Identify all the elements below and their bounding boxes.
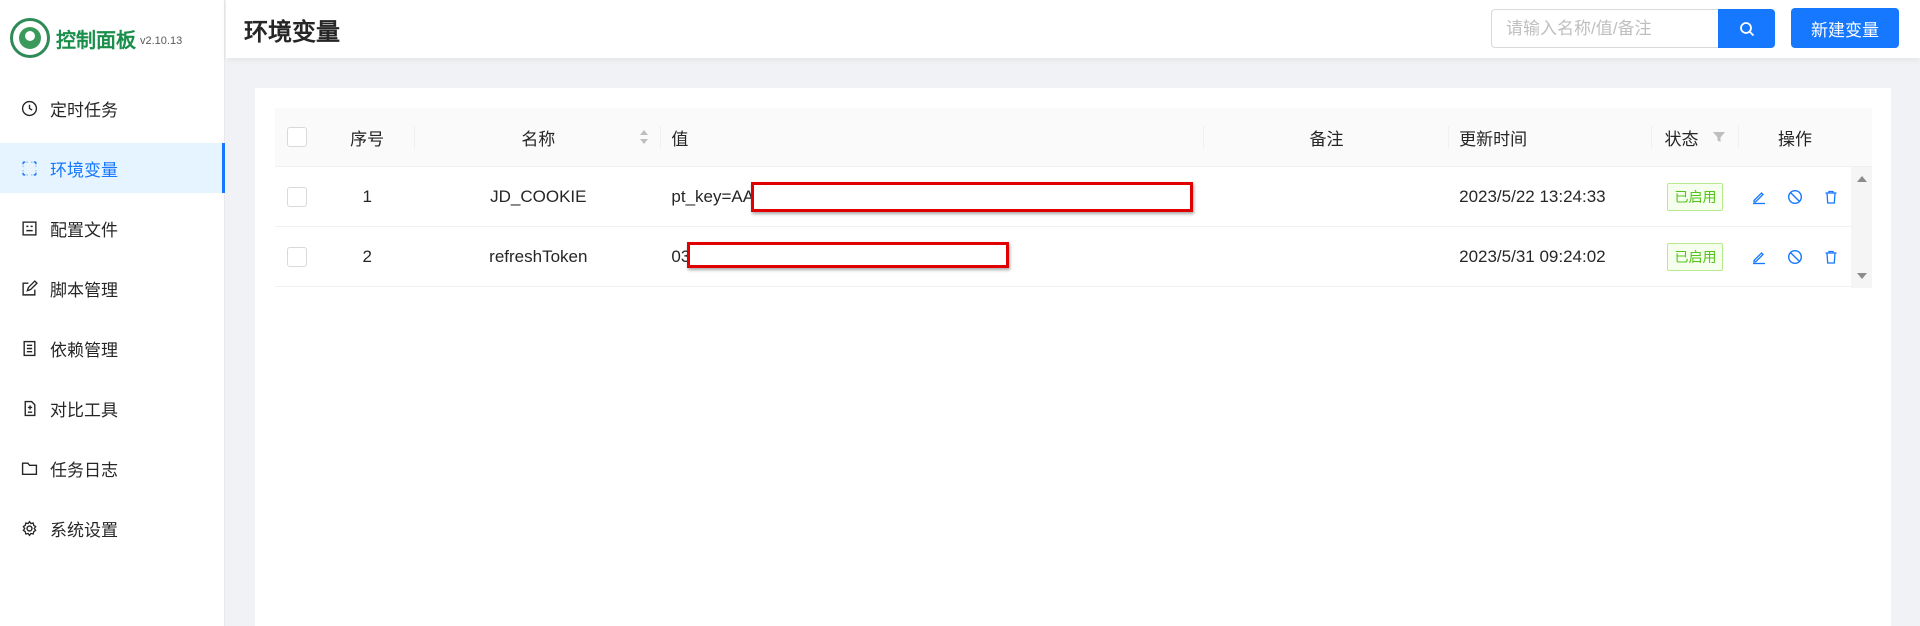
status-badge: 已启用 (1667, 242, 1724, 271)
new-variable-button[interactable]: 新建变量 (1791, 8, 1899, 48)
gear-icon (20, 519, 38, 537)
scroll-down-arrow-icon[interactable] (1857, 273, 1867, 279)
row-checkbox[interactable] (287, 186, 308, 207)
search-input[interactable] (1491, 9, 1719, 48)
sidebar-item-scripts[interactable]: 脚本管理 (0, 263, 225, 313)
column-label: 操作 (1778, 129, 1812, 149)
updated-time: 2023/5/22 13:24:33 (1459, 186, 1606, 206)
logo-icon (10, 18, 50, 58)
table-row: 2 refreshToken 03 2023/5/31 09:24:02 已启用 (275, 227, 1872, 287)
app-version: v2.10.13 (140, 35, 183, 47)
column-label: 备注 (1309, 129, 1344, 149)
sidebar-item-env[interactable]: 环境变量 (0, 143, 225, 193)
table-scrollbar[interactable] (1851, 167, 1872, 288)
app-logo[interactable]: 控制面板 v2.10.13 (10, 18, 182, 58)
sidebar-item-diff[interactable]: 对比工具 (0, 383, 225, 433)
updated-cell: 2023/5/22 13:24:33 (1449, 167, 1652, 226)
search-icon (1739, 21, 1754, 36)
variable-value: pt_key=AA (671, 186, 755, 206)
dependency-icon (20, 339, 38, 357)
row-select-cell (275, 227, 319, 286)
delete-icon[interactable] (1821, 247, 1841, 267)
column-label: 值 (671, 129, 689, 149)
column-label: 序号 (350, 129, 385, 149)
updated-cell: 2023/5/31 09:24:02 (1449, 227, 1652, 286)
sidebar-item-label: 定时任务 (50, 100, 118, 120)
clock-icon (20, 99, 38, 117)
row-index: 1 (362, 186, 372, 206)
column-header-index: 序号 (319, 108, 416, 166)
folder-icon (20, 459, 38, 477)
page-title: 环境变量 (244, 19, 340, 46)
sidebar-item-label: 任务日志 (50, 460, 118, 480)
variable-icon (20, 159, 38, 177)
index-cell: 1 (319, 167, 415, 226)
actions-cell (1739, 227, 1852, 286)
column-label: 名称 (521, 129, 556, 149)
column-header-note: 备注 (1204, 108, 1450, 166)
sidebar-item-config[interactable]: 配置文件 (0, 203, 225, 253)
edit-icon[interactable] (1749, 247, 1769, 267)
row-checkbox[interactable] (287, 246, 308, 267)
sidebar-item-label: 系统设置 (50, 520, 118, 540)
row-select-cell (275, 167, 319, 226)
status-cell: 已启用 (1652, 227, 1738, 286)
diff-icon (20, 399, 38, 417)
sort-icon[interactable] (639, 128, 649, 146)
header-scroll-spacer (1851, 108, 1872, 166)
table-header: 序号 名称 值 备注 更新时间 状态 操作 (275, 108, 1872, 167)
variable-name: JD_COOKIE (490, 186, 587, 206)
column-header-updated: 更新时间 (1449, 108, 1653, 166)
table-row: 1 JD_COOKIE pt_key=AA 2023/5/22 13:24:33… (275, 167, 1872, 227)
sidebar-item-logs[interactable]: 任务日志 (0, 443, 225, 493)
sidebar-item-label: 依赖管理 (50, 340, 118, 360)
value-cell: 03 (661, 227, 1204, 286)
name-cell: refreshToken (415, 227, 661, 286)
index-cell: 2 (319, 227, 415, 286)
select-all-cell (275, 108, 319, 166)
redaction-box (687, 242, 1010, 268)
page-header: 环境变量 新建变量 (226, 0, 1920, 58)
column-header-name[interactable]: 名称 (415, 108, 662, 166)
select-all-checkbox[interactable] (287, 127, 308, 147)
column-header-value: 值 (661, 108, 1204, 166)
note-cell (1204, 167, 1449, 226)
actions-cell (1739, 167, 1852, 226)
column-header-actions: 操作 (1739, 108, 1852, 166)
variable-name: refreshToken (489, 246, 588, 266)
sidebar-item-label: 配置文件 (50, 220, 118, 240)
disable-icon[interactable] (1785, 247, 1805, 267)
sidebar-item-label: 脚本管理 (50, 280, 118, 300)
edit-icon[interactable] (1749, 187, 1769, 207)
sidebar-item-label: 对比工具 (50, 400, 118, 420)
config-icon (20, 219, 38, 237)
app-title: 控制面板 (56, 29, 136, 52)
env-table: 序号 名称 值 备注 更新时间 状态 操作 1 JD_COOKIE pt_key… (275, 108, 1872, 288)
row-index: 2 (362, 246, 372, 266)
disable-icon[interactable] (1785, 187, 1805, 207)
delete-icon[interactable] (1821, 187, 1841, 207)
search-button[interactable] (1718, 9, 1775, 48)
column-label: 更新时间 (1459, 129, 1528, 149)
sidebar-item-label: 环境变量 (50, 160, 118, 180)
status-cell: 已启用 (1652, 167, 1738, 226)
filter-icon[interactable] (1712, 130, 1726, 144)
column-header-status: 状态 (1652, 108, 1739, 166)
edit-script-icon (20, 279, 38, 297)
status-badge: 已启用 (1667, 182, 1724, 211)
content-card: 序号 名称 值 备注 更新时间 状态 操作 1 JD_COOKIE pt_key… (255, 88, 1891, 626)
sidebar-menu: 定时任务 环境变量 配置文件 脚本管理 依赖管理 对比工具 任务日志 系统设置 (0, 83, 225, 563)
sidebar-item-dependencies[interactable]: 依赖管理 (0, 323, 225, 373)
value-cell: pt_key=AA (661, 167, 1204, 226)
scroll-up-arrow-icon[interactable] (1857, 176, 1867, 182)
updated-time: 2023/5/31 09:24:02 (1459, 246, 1606, 266)
sidebar-item-cron[interactable]: 定时任务 (0, 83, 225, 133)
name-cell: JD_COOKIE (415, 167, 661, 226)
note-cell (1204, 227, 1449, 286)
redaction-box (751, 182, 1194, 212)
sidebar: 控制面板 v2.10.13 定时任务 环境变量 配置文件 脚本管理 依赖管理 对… (0, 0, 225, 626)
sidebar-item-settings[interactable]: 系统设置 (0, 503, 225, 553)
column-label: 状态 (1664, 129, 1699, 149)
